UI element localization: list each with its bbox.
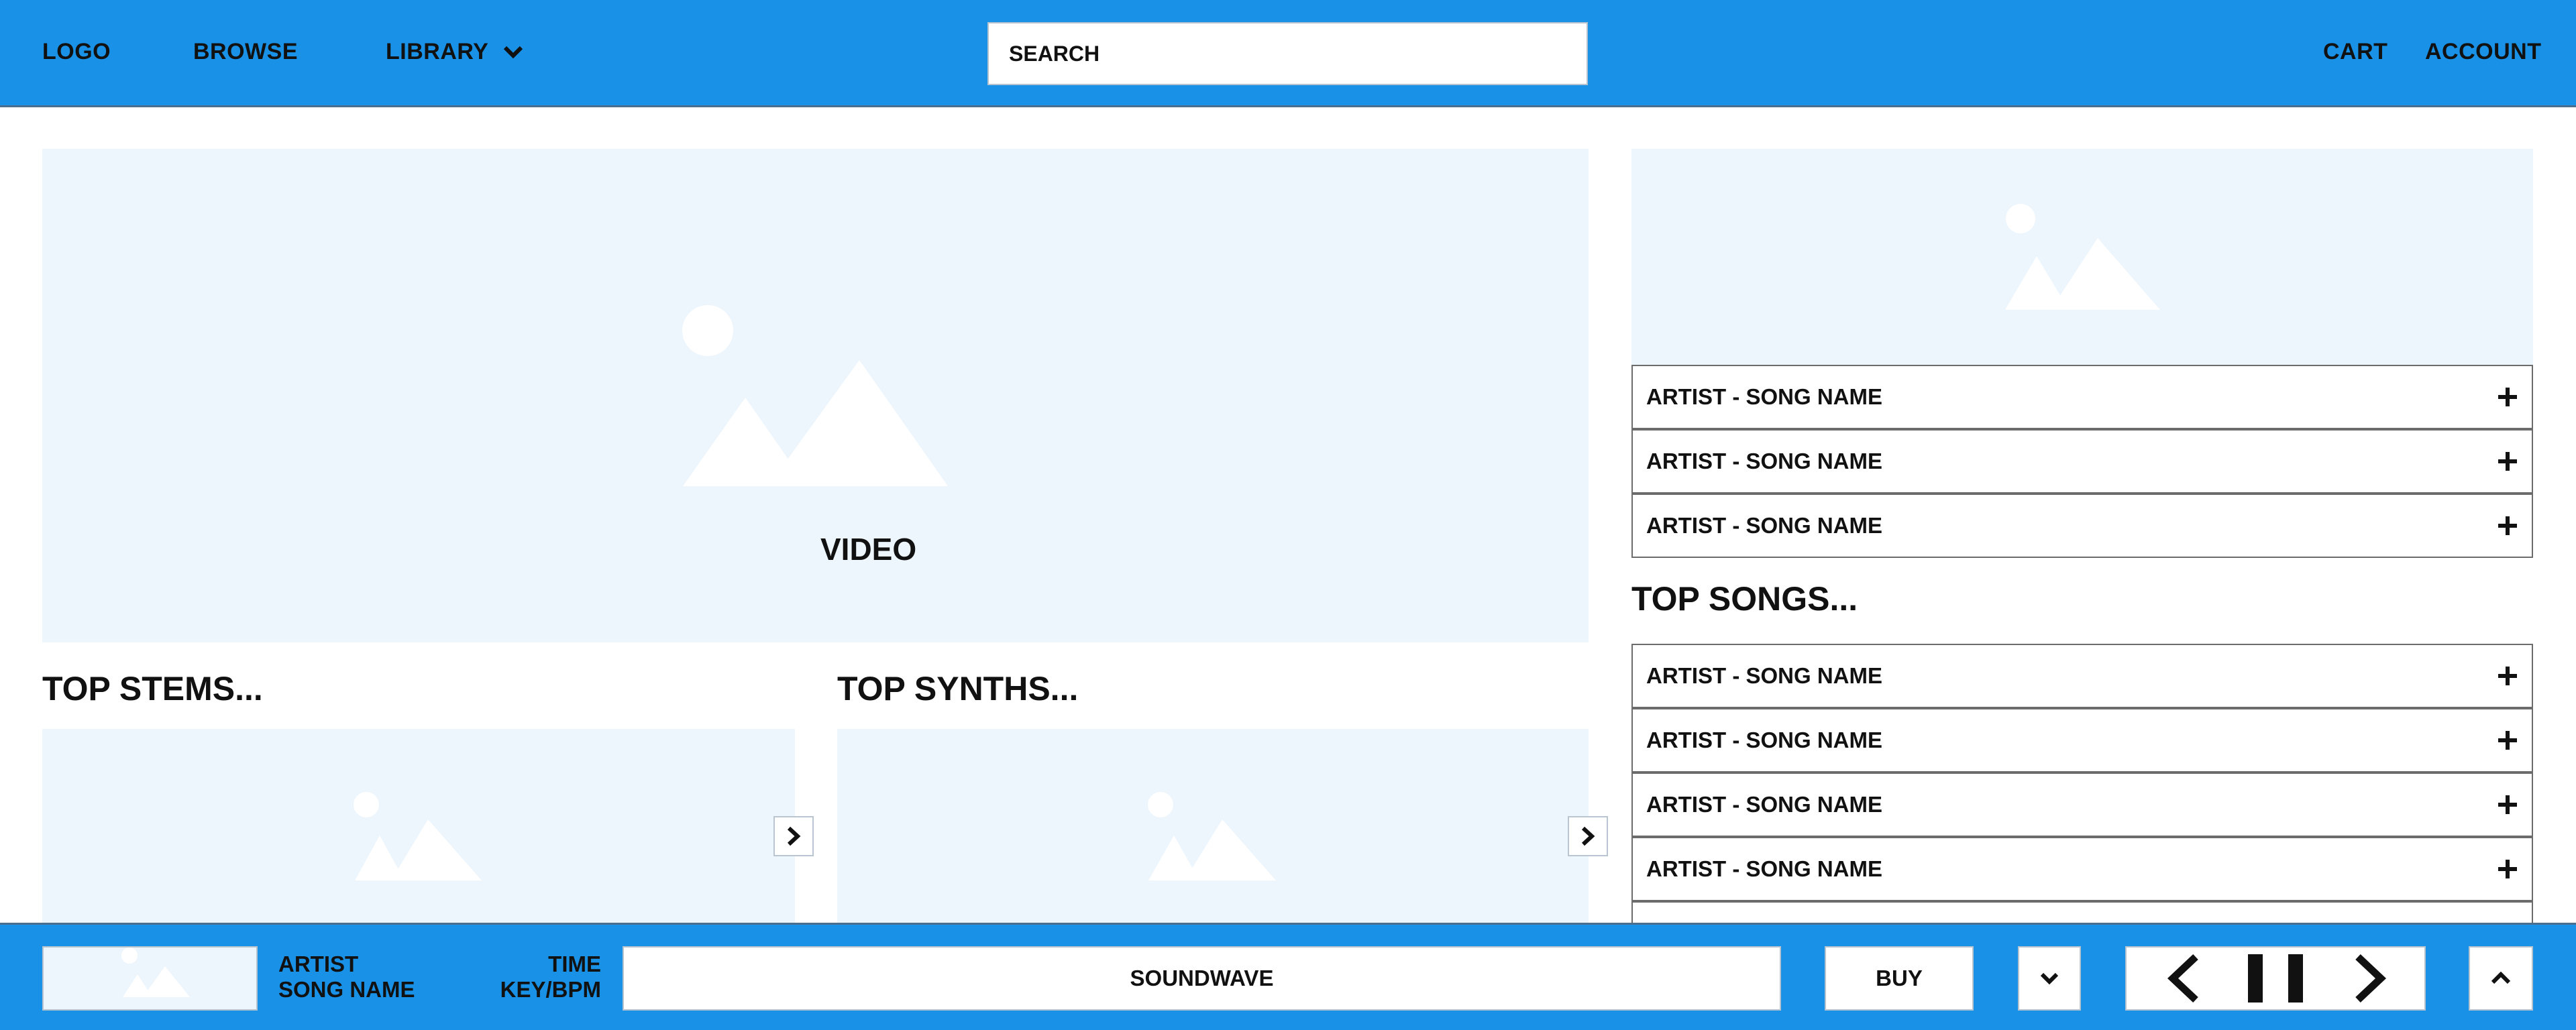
song-title: ARTIST - SONG NAME [1646,384,1882,409]
chevron-right-icon [787,826,801,846]
top-stems-card[interactable] [42,729,795,930]
song-list-item[interactable]: ARTIST - SONG NAME [1631,494,2533,558]
plus-icon[interactable] [2498,795,2517,814]
collapse-button[interactable] [2018,946,2081,1011]
top-songs-heading: TOP SONGS... [1631,580,1858,618]
plus-icon[interactable] [2498,731,2517,750]
synths-next-button[interactable] [1568,816,1608,856]
chevron-up-icon [2491,972,2511,984]
waveform-scrubber[interactable]: SOUNDWAVE [623,946,1781,1011]
next-button[interactable] [2340,948,2400,1009]
transport-controls [2125,946,2426,1011]
plus-icon[interactable] [2498,860,2517,878]
image-placeholder-icon [2005,204,2160,310]
buy-button[interactable]: BUY [1825,946,1974,1011]
top-synths-card[interactable] [837,729,1589,930]
image-placeholder-icon [682,305,948,486]
now-playing-meta: TIME KEY/BPM [463,952,601,1003]
now-playing-song-name: SONG NAME [278,977,415,1002]
song-list-item[interactable]: ARTIST - SONG NAME [1631,708,2533,772]
featured-image[interactable] [1631,149,2533,365]
expand-button[interactable] [2469,946,2533,1011]
player-bar: ARTIST SONG NAME TIME KEY/BPM SOUNDWAVE … [0,923,2576,1030]
plus-icon[interactable] [2498,388,2517,406]
pause-button[interactable] [2246,948,2306,1009]
waveform-label: SOUNDWAVE [1130,966,1274,990]
featured-song-list: ARTIST - SONG NAME ARTIST - SONG NAME AR… [1631,365,2533,558]
image-placeholder-icon [1148,792,1276,880]
search-placeholder: SEARCH [1009,41,1100,66]
song-title: ARTIST - SONG NAME [1646,728,1882,752]
nav-library-label: LIBRARY [386,39,489,64]
now-playing-key-bpm: KEY/BPM [500,977,601,1002]
now-playing-artist: ARTIST [278,952,359,976]
song-title: ARTIST - SONG NAME [1646,663,1882,688]
song-list-item[interactable]: ARTIST - SONG NAME [1631,772,2533,837]
video-label: VIDEO [820,532,917,567]
now-playing-time: TIME [548,952,601,976]
song-list-item[interactable]: ARTIST - SONG NAME [1631,644,2533,708]
top-stems-heading: TOP STEMS... [42,670,263,707]
image-placeholder-icon [121,948,190,997]
plus-icon[interactable] [2498,516,2517,535]
nav-library-dropdown[interactable]: LIBRARY [386,39,523,65]
video-player[interactable]: VIDEO [42,149,1589,642]
search-input[interactable]: SEARCH [987,22,1588,85]
chevron-right-icon [1581,826,1595,846]
nav-account[interactable]: ACCOUNT [2425,39,2541,65]
chevron-down-icon [2040,972,2059,985]
chevron-down-icon [504,46,523,58]
top-songs-list: ARTIST - SONG NAME ARTIST - SONG NAME AR… [1631,644,2533,966]
top-navigation-bar: LOGO BROWSE LIBRARY SEARCH CART ACCOUNT [0,0,2576,107]
plus-icon[interactable] [2498,452,2517,471]
now-playing-thumbnail [42,946,258,1011]
top-synths-heading: TOP SYNTHS... [837,670,1079,707]
logo[interactable]: LOGO [42,39,111,65]
pause-icon [2248,954,2303,1003]
song-list-item[interactable]: ARTIST - SONG NAME [1631,365,2533,429]
previous-button[interactable] [2153,948,2214,1009]
next-icon [2355,954,2387,1003]
now-playing-info: ARTIST SONG NAME [278,952,415,1003]
song-title: ARTIST - SONG NAME [1646,513,1882,538]
nav-browse[interactable]: BROWSE [193,39,298,65]
song-list-item[interactable]: ARTIST - SONG NAME [1631,837,2533,901]
song-list-item[interactable]: ARTIST - SONG NAME [1631,429,2533,494]
song-title: ARTIST - SONG NAME [1646,856,1882,881]
song-title: ARTIST - SONG NAME [1646,792,1882,817]
stems-next-button[interactable] [773,816,814,856]
image-placeholder-icon [354,792,482,880]
song-title: ARTIST - SONG NAME [1646,449,1882,473]
plus-icon[interactable] [2498,667,2517,685]
nav-cart[interactable]: CART [2323,39,2387,65]
previous-icon [2167,954,2198,1003]
